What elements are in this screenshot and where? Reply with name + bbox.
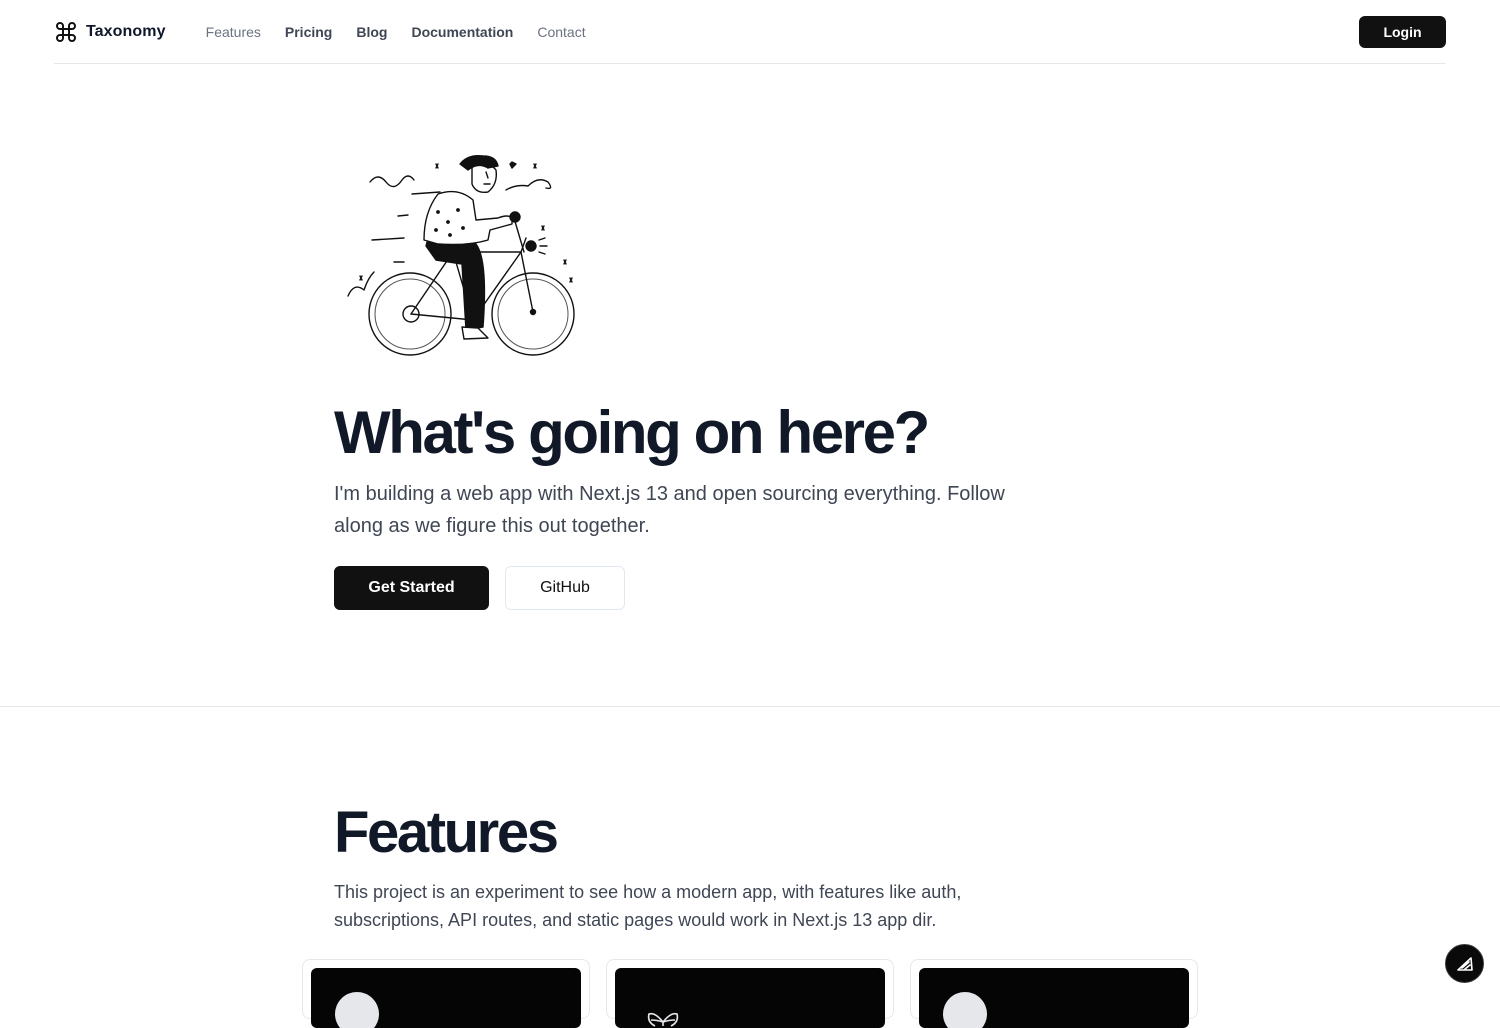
hero-illustration bbox=[338, 142, 582, 362]
feature-card[interactable] bbox=[302, 959, 590, 1028]
circle-logo-icon bbox=[335, 992, 379, 1028]
butterfly-icon bbox=[647, 1012, 679, 1027]
login-button[interactable]: Login bbox=[1359, 15, 1446, 48]
get-started-button[interactable]: Get Started bbox=[334, 566, 489, 610]
feature-card-body bbox=[919, 968, 1189, 1028]
main-nav: Features Pricing Blog Documentation Cont… bbox=[206, 24, 586, 40]
floating-action-button[interactable] bbox=[1445, 944, 1484, 983]
brand-name: Taxonomy bbox=[86, 22, 166, 40]
feature-card[interactable] bbox=[910, 959, 1198, 1028]
brand-link[interactable]: Taxonomy bbox=[54, 20, 166, 44]
feature-card[interactable] bbox=[606, 959, 894, 1028]
features-title: Features bbox=[334, 800, 559, 865]
command-icon bbox=[54, 20, 78, 44]
feature-card-body bbox=[311, 968, 581, 1028]
hero-title: What's going on here? bbox=[334, 399, 930, 466]
nav-features[interactable]: Features bbox=[206, 24, 261, 40]
feature-card-body bbox=[615, 968, 885, 1028]
edit-triangle-icon bbox=[1456, 956, 1473, 971]
nav-blog[interactable]: Blog bbox=[356, 24, 387, 40]
nav-pricing[interactable]: Pricing bbox=[285, 24, 332, 40]
site-header: Taxonomy Features Pricing Blog Documenta… bbox=[54, 0, 1446, 64]
nav-documentation[interactable]: Documentation bbox=[411, 24, 513, 40]
github-button[interactable]: GitHub bbox=[505, 566, 625, 610]
section-divider bbox=[0, 706, 1500, 707]
feature-cards bbox=[302, 959, 1198, 1028]
features-description: This project is an experiment to see how… bbox=[334, 882, 962, 930]
nav-contact[interactable]: Contact bbox=[537, 24, 585, 40]
circle-logo-icon bbox=[943, 992, 987, 1028]
hero-description: I'm building a web app with Next.js 13 a… bbox=[334, 483, 1005, 537]
hero-actions: Get Started GitHub bbox=[334, 566, 625, 610]
